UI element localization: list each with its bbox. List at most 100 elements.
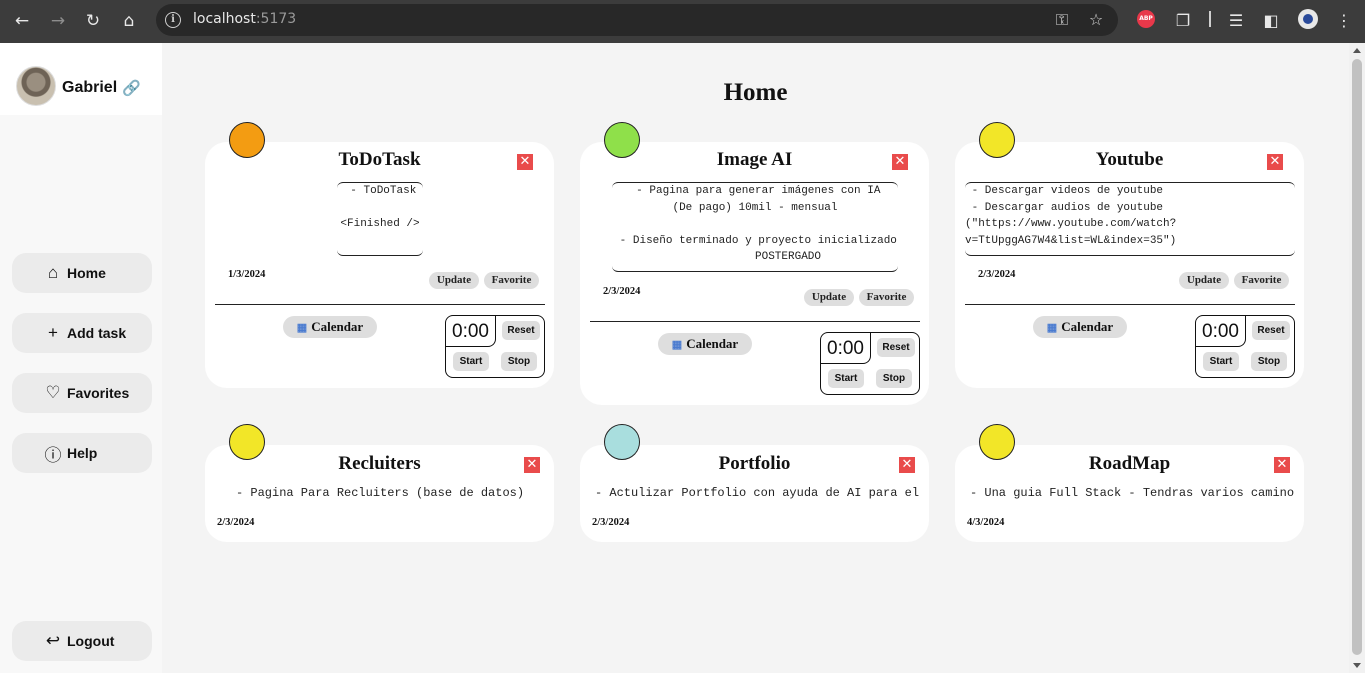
address-bar[interactable]: i localhost:5173 ⚿ ☆ bbox=[156, 4, 1118, 36]
update-button[interactable]: Update bbox=[1179, 272, 1229, 289]
page-title: Home bbox=[723, 79, 788, 106]
sidebar-item-help[interactable]: ⓘ Help bbox=[12, 433, 152, 473]
home-icon: ⌂ bbox=[47, 263, 59, 282]
task-description: - Pagina Para Recluiters (base de datos) bbox=[236, 486, 525, 500]
timer: 0:00 Reset Start Stop bbox=[820, 332, 920, 395]
timer-stop-button[interactable]: Stop bbox=[501, 352, 537, 371]
calendar-button[interactable]: ▦ Calendar bbox=[658, 333, 752, 355]
main-content: Home ToDoTask ✕ - ToDoTask <Finished /> … bbox=[162, 43, 1349, 673]
reload-icon[interactable]: ↻ bbox=[80, 8, 106, 34]
timer-start-button[interactable]: Start bbox=[828, 369, 864, 388]
task-date: 2/3/2024 bbox=[603, 286, 641, 297]
help-icon: ⓘ bbox=[44, 445, 62, 465]
sidebar-item-home[interactable]: ⌂ Home bbox=[12, 253, 152, 293]
hourglass-icon bbox=[604, 424, 640, 460]
update-button[interactable]: Update bbox=[429, 272, 479, 289]
scroll-up-arrow-icon[interactable] bbox=[1353, 48, 1361, 53]
scrollbar[interactable] bbox=[1349, 43, 1365, 673]
task-date: 2/3/2024 bbox=[217, 517, 255, 528]
sidebar-item-add-task[interactable]: + Add task bbox=[12, 313, 152, 353]
timer-display: 0:00 bbox=[446, 316, 496, 347]
timer-display: 0:00 bbox=[1196, 316, 1246, 347]
calendar-icon: ▦ bbox=[1046, 322, 1058, 334]
notebook-icon bbox=[229, 424, 265, 460]
task-description: - Descargar videos de youtube - Descarga… bbox=[965, 182, 1295, 256]
calendar-icon: ▦ bbox=[296, 322, 308, 334]
side-panel-icon[interactable]: ◧ bbox=[1260, 10, 1282, 32]
user-profile: Gabriel 🔗 bbox=[0, 43, 162, 115]
avatar bbox=[16, 66, 56, 106]
scroll-down-arrow-icon[interactable] bbox=[1353, 663, 1361, 668]
close-icon[interactable]: ✕ bbox=[899, 457, 915, 473]
media-queue-icon[interactable]: ☰ bbox=[1225, 10, 1247, 32]
favorite-button[interactable]: Favorite bbox=[859, 289, 914, 306]
close-icon[interactable]: ✕ bbox=[1267, 154, 1283, 170]
close-icon[interactable]: ✕ bbox=[1274, 457, 1290, 473]
timer-reset-button[interactable]: Reset bbox=[1252, 321, 1290, 340]
task-date: 2/3/2024 bbox=[592, 517, 630, 528]
divider bbox=[965, 304, 1295, 305]
task-card-todotask: ToDoTask ✕ - ToDoTask <Finished /> 1/3/2… bbox=[205, 142, 554, 388]
scroll-thumb[interactable] bbox=[1352, 59, 1362, 655]
logout-button[interactable]: ↩ Logout bbox=[12, 621, 152, 661]
task-card-youtube: Youtube ✕ - Descargar videos de youtube … bbox=[955, 142, 1304, 388]
logout-icon: ↩ bbox=[45, 631, 61, 650]
bookmark-star-icon[interactable]: ☆ bbox=[1086, 10, 1106, 30]
timer: 0:00 Reset Start Stop bbox=[445, 315, 545, 378]
menu-kebab-icon[interactable]: ⋮ bbox=[1333, 10, 1355, 32]
timer-stop-button[interactable]: Stop bbox=[1251, 352, 1287, 371]
plus-icon: + bbox=[48, 323, 58, 342]
favorite-button[interactable]: Favorite bbox=[1234, 272, 1289, 289]
sidebar-item-label: Add task bbox=[67, 325, 127, 341]
task-card-roadmap: RoadMap ✕ - Una guia Full Stack - Tendra… bbox=[955, 445, 1304, 542]
forward-arrow-icon[interactable]: → bbox=[45, 8, 71, 34]
sidebar-item-label: Help bbox=[67, 445, 98, 461]
divider bbox=[590, 321, 920, 322]
task-card-image-ai: Image AI ✕ - Pagina para generar imágene… bbox=[580, 142, 929, 405]
calendar-button[interactable]: ▦ Calendar bbox=[283, 316, 377, 338]
task-date: 2/3/2024 bbox=[978, 269, 1016, 280]
extensions-puzzle-icon[interactable]: ❐ bbox=[1172, 10, 1194, 32]
profile-avatar-icon[interactable] bbox=[1298, 9, 1318, 29]
sidebar: Gabriel 🔗 ⌂ Home + Add task ♡ Favorites … bbox=[0, 43, 162, 673]
task-description: - Actulizar Portfolio con ayuda de AI pa… bbox=[595, 486, 919, 500]
notebook-icon bbox=[979, 122, 1015, 158]
link-icon[interactable]: 🔗 bbox=[122, 79, 141, 97]
close-icon[interactable]: ✕ bbox=[892, 154, 908, 170]
timer-stop-button[interactable]: Stop bbox=[876, 369, 912, 388]
favorite-button[interactable]: Favorite bbox=[484, 272, 539, 289]
close-icon[interactable]: ✕ bbox=[524, 457, 540, 473]
site-info-icon[interactable]: i bbox=[165, 12, 181, 28]
notebook-icon bbox=[979, 424, 1015, 460]
task-date: 1/3/2024 bbox=[228, 269, 266, 280]
adblock-extension-icon[interactable]: ABP bbox=[1137, 10, 1155, 28]
url-text: localhost:5173 bbox=[193, 11, 297, 27]
timer: 0:00 Reset Start Stop bbox=[1195, 315, 1295, 378]
task-date: 4/3/2024 bbox=[967, 517, 1005, 528]
toolbox-icon bbox=[229, 122, 265, 158]
home-page-icon[interactable]: ⌂ bbox=[116, 8, 142, 34]
sidebar-item-label: Favorites bbox=[67, 385, 130, 401]
timer-display: 0:00 bbox=[821, 333, 871, 364]
heart-icon: ♡ bbox=[45, 383, 61, 402]
task-card-recluiters: Recluiters ✕ - Pagina Para Recluiters (b… bbox=[205, 445, 554, 542]
timer-start-button[interactable]: Start bbox=[453, 352, 489, 371]
task-description: - Una guia Full Stack - Tendras varios c… bbox=[970, 486, 1294, 500]
divider bbox=[215, 304, 545, 305]
calendar-button[interactable]: ▦ Calendar bbox=[1033, 316, 1127, 338]
task-description: - ToDoTask <Finished /> bbox=[337, 182, 423, 256]
password-key-icon[interactable]: ⚿ bbox=[1052, 10, 1072, 30]
back-arrow-icon[interactable]: ← bbox=[9, 8, 35, 34]
browser-toolbar: ← → ↻ ⌂ i localhost:5173 ⚿ ☆ ABP ❐ ☰ ◧ ⋮ bbox=[0, 0, 1365, 43]
timer-start-button[interactable]: Start bbox=[1203, 352, 1239, 371]
logout-label: Logout bbox=[67, 633, 115, 649]
timer-reset-button[interactable]: Reset bbox=[877, 338, 915, 357]
calendar-icon: ▦ bbox=[671, 339, 683, 351]
robot-icon bbox=[604, 122, 640, 158]
task-card-portfolio: Portfolio ✕ - Actulizar Portfolio con ay… bbox=[580, 445, 929, 542]
timer-reset-button[interactable]: Reset bbox=[502, 321, 540, 340]
update-button[interactable]: Update bbox=[804, 289, 854, 306]
close-icon[interactable]: ✕ bbox=[517, 154, 533, 170]
sidebar-item-favorites[interactable]: ♡ Favorites bbox=[12, 373, 152, 413]
toolbar-separator bbox=[1209, 11, 1211, 27]
